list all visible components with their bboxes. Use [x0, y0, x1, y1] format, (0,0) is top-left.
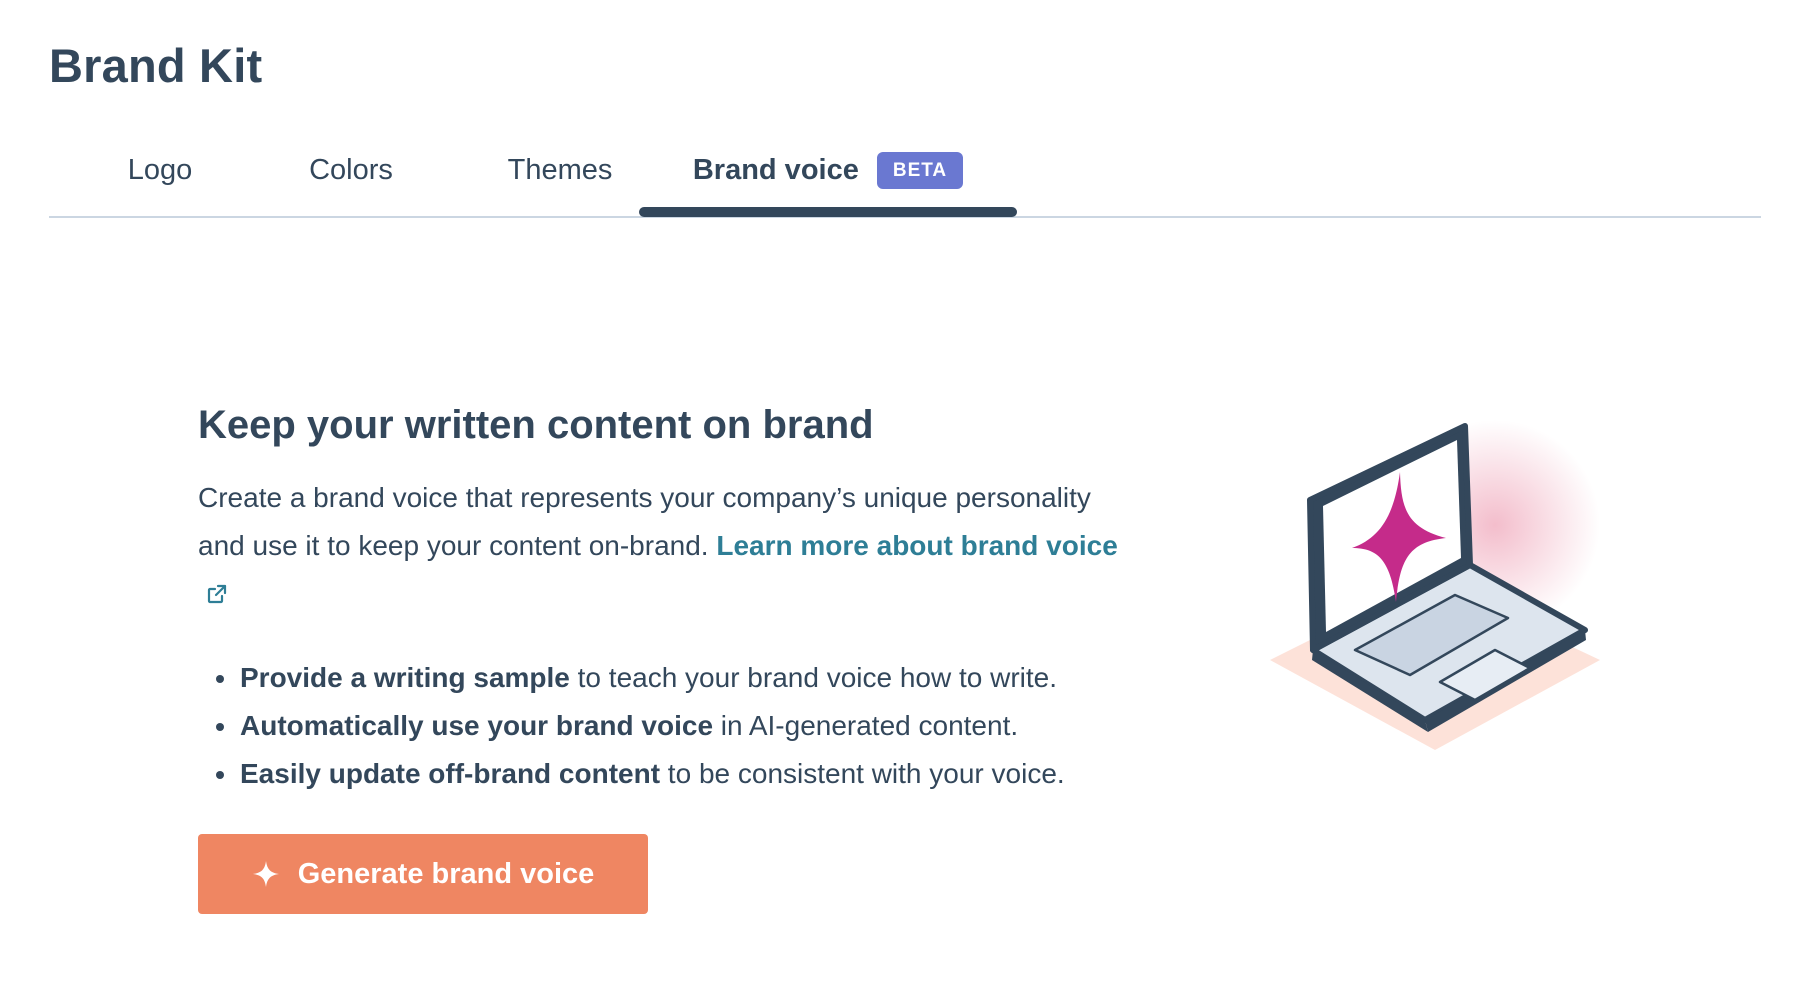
feature-item: Easily update off-brand content to be co… [216, 750, 1158, 798]
feature-item-bold: Automatically use your brand voice [240, 710, 714, 741]
generate-brand-voice-button[interactable]: Generate brand voice [198, 834, 648, 914]
section-description: Create a brand voice that represents you… [198, 474, 1118, 620]
sparkle-icon [252, 860, 280, 888]
tab-bar: Logo Colors Themes Brand voice BETA [49, 126, 1761, 218]
tab-brand-voice[interactable]: Brand voice BETA [639, 126, 1017, 214]
beta-badge: BETA [876, 151, 964, 189]
feature-item: Automatically use your brand voice in AI… [216, 702, 1158, 750]
feature-list: Provide a writing sample to teach your b… [198, 654, 1158, 798]
learn-more-label: Learn more about brand voice [716, 530, 1118, 561]
feature-item-text: in AI-generated content. [713, 710, 1019, 741]
tab-themes[interactable]: Themes [485, 126, 635, 214]
tab-colors-label: Colors [309, 153, 393, 186]
feature-item-bold: Easily update off-brand content [240, 758, 661, 789]
feature-item-text: to teach your brand voice how to write. [569, 662, 1058, 693]
tab-colors[interactable]: Colors [281, 126, 421, 214]
feature-item-text: to be consistent with your voice. [660, 758, 1065, 789]
tab-brand-voice-label: Brand voice [692, 153, 859, 186]
tab-themes-label: Themes [507, 153, 613, 186]
external-link-icon [206, 572, 228, 620]
laptop-sparkle-illustration [1260, 410, 1620, 775]
generate-button-label: Generate brand voice [297, 857, 595, 890]
feature-item: Provide a writing sample to teach your b… [216, 654, 1158, 702]
active-tab-indicator [639, 207, 1017, 217]
feature-item-bold: Provide a writing sample [240, 662, 570, 693]
brand-voice-intro: Keep your written content on brand Creat… [198, 400, 1158, 914]
tab-logo-label: Logo [127, 153, 193, 186]
tab-logo[interactable]: Logo [105, 126, 215, 214]
section-heading: Keep your written content on brand [198, 403, 874, 447]
page-title: Brand Kit [49, 39, 263, 92]
